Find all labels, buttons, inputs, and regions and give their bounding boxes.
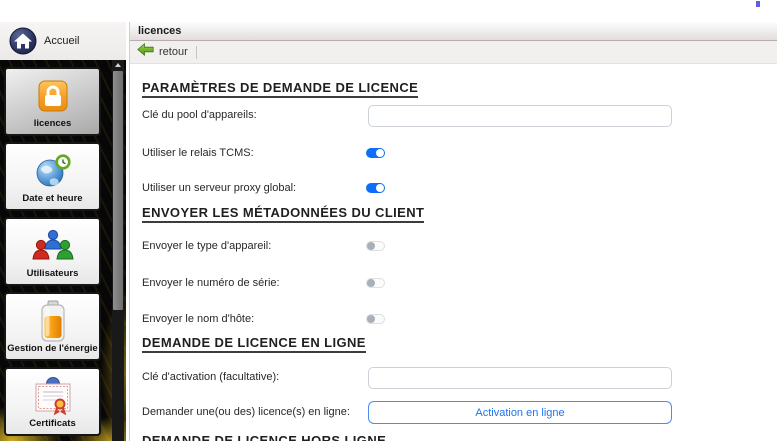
section-heading-parametres: PARAMÈTRES DE DEMANDE DE LICENCE	[142, 81, 418, 98]
back-arrow-icon	[137, 43, 154, 61]
panel-title: licences	[130, 22, 777, 41]
sidebar-item-label: licences	[6, 118, 99, 129]
activation-key-label: Clé d'activation (facultative):	[142, 369, 279, 385]
screen: Accueil licences	[0, 0, 777, 441]
sidebar-scrollbar[interactable]	[112, 60, 124, 441]
serial-number-label: Envoyer le numéro de série:	[142, 275, 280, 291]
cursor-artifact-dot	[756, 1, 760, 7]
sidebar: Accueil licences	[0, 22, 126, 441]
sidebar-item-certificats[interactable]: Certificats	[4, 367, 101, 436]
scroll-up-icon[interactable]	[115, 63, 121, 67]
activation-key-input[interactable]	[368, 367, 672, 389]
section-heading-licence-hors-ligne: DEMANDE DE LICENCE HORS LIGNE	[142, 434, 386, 441]
hostname-label: Envoyer le nom d'hôte:	[142, 311, 254, 327]
home-label: Accueil	[44, 35, 79, 47]
sidebar-item-date-heure[interactable]: Date et heure	[4, 142, 101, 211]
switch-knob	[376, 149, 384, 157]
users-icon	[6, 222, 99, 270]
switch-knob	[376, 184, 384, 192]
sidebar-item-label: Date et heure	[6, 193, 99, 204]
section-heading-metadonnees: ENVOYER LES MÉTADONNÉES DU CLIENT	[142, 206, 424, 223]
tcms-relay-switch[interactable]	[366, 148, 385, 158]
sidebar-item-label: Certificats	[6, 418, 99, 429]
proxy-switch[interactable]	[366, 183, 385, 193]
certificate-icon	[6, 372, 99, 420]
switch-knob	[367, 242, 375, 250]
tcms-relay-label: Utiliser le relais TCMS:	[142, 145, 254, 161]
toolbar-separator	[196, 46, 197, 59]
proxy-label: Utiliser un serveur proxy global:	[142, 180, 296, 196]
toolbar: retour	[130, 41, 777, 64]
back-label: retour	[159, 46, 188, 58]
main-panel: licences retour PARAMÈTRES DE DEMANDE DE…	[129, 22, 777, 441]
back-button[interactable]: retour	[137, 43, 188, 61]
switch-knob	[367, 315, 375, 323]
scrollbar-thumb[interactable]	[113, 71, 123, 310]
battery-icon	[6, 297, 99, 345]
globe-clock-icon	[6, 147, 99, 195]
hostname-switch[interactable]	[366, 314, 385, 324]
sidebar-nav: licences Date et heure	[0, 60, 126, 441]
switch-knob	[367, 279, 375, 287]
sidebar-item-utilisateurs[interactable]: Utilisateurs	[4, 217, 101, 286]
sidebar-item-gestion-energie[interactable]: Gestion de l'énergie	[4, 292, 101, 361]
pool-key-label: Clé du pool d'appareils:	[142, 107, 257, 123]
sidebar-item-label: Gestion de l'énergie	[6, 343, 99, 354]
sidebar-item-licences[interactable]: licences	[4, 67, 101, 136]
lock-icon	[6, 72, 99, 120]
serial-number-switch[interactable]	[366, 278, 385, 288]
sidebar-item-label: Utilisateurs	[6, 268, 99, 279]
request-online-label: Demander une(ou des) licence(s) en ligne…	[142, 404, 350, 420]
section-heading-licence-en-ligne: DEMANDE DE LICENCE EN LIGNE	[142, 336, 366, 353]
pool-key-input[interactable]	[368, 105, 672, 127]
home-icon	[9, 27, 37, 55]
online-activation-button[interactable]: Activation en ligne	[368, 401, 672, 424]
device-type-switch[interactable]	[366, 241, 385, 251]
home-button[interactable]: Accueil	[0, 22, 126, 60]
device-type-label: Envoyer le type d'appareil:	[142, 238, 271, 254]
